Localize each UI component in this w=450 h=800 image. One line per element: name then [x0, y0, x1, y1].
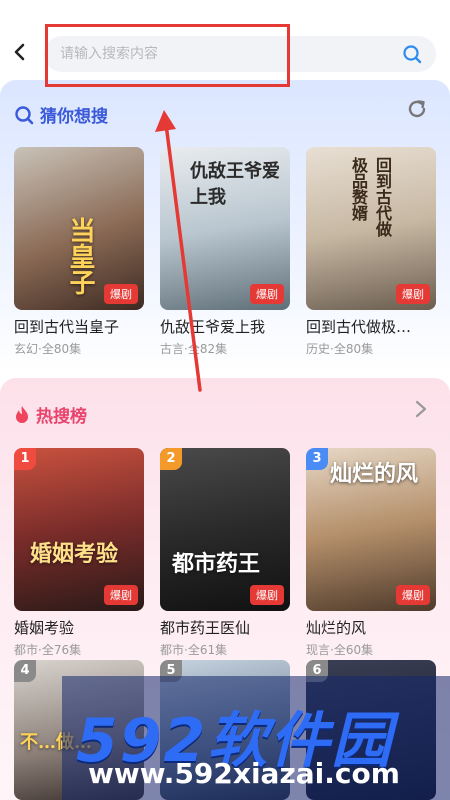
hot-card-3[interactable]: 3 灿烂的风 爆剧 灿烂的风 现言·全60集 — [306, 448, 436, 658]
guess-card-3[interactable]: 回到古代做极品赘婿 爆剧 回到古代做极… 历史·全80集 — [306, 147, 436, 357]
rank-badge: 2 — [160, 448, 182, 470]
card-meta: 都市·全76集 — [14, 643, 82, 657]
poster-title-art: 回到古代做极品赘婿 — [349, 157, 392, 237]
rank-badge: 4 — [14, 660, 36, 682]
guess-poster-3[interactable]: 回到古代做极品赘婿 爆剧 — [306, 147, 436, 310]
hot-card-1[interactable]: 1 婚姻考验 爆剧 婚姻考验 都市·全76集 — [14, 448, 144, 658]
guess-header: 猜你想搜 — [14, 102, 108, 127]
hot-badge: 爆剧 — [104, 585, 138, 605]
card-meta: 都市·全61集 — [160, 643, 228, 657]
hot-poster-3[interactable]: 3 灿烂的风 爆剧 — [306, 448, 436, 611]
hot-header: 热搜榜 — [14, 402, 87, 427]
poster-title-art: 灿烂的风 — [330, 461, 419, 487]
poster-title-art: 婚姻考验 — [30, 541, 119, 567]
card-title[interactable]: 灿烂的风 — [306, 617, 436, 638]
poster-title-art: 当皇子 — [65, 217, 95, 295]
card-meta: 现言·全60集 — [306, 643, 374, 657]
poster-title-art: 都市药王 — [172, 551, 261, 577]
card-title[interactable]: 回到古代当皇子 — [14, 316, 144, 337]
hot-title: 热搜榜 — [36, 407, 87, 427]
search-icon — [15, 105, 34, 124]
hot-poster-2[interactable]: 2 都市药王 爆剧 — [160, 448, 290, 611]
card-meta: 历史·全80集 — [306, 342, 374, 356]
search-icon[interactable] — [402, 44, 422, 64]
card-title[interactable]: 回到古代做极… — [306, 316, 436, 337]
back-arrow-icon — [14, 43, 25, 61]
chevron-right-icon[interactable] — [414, 400, 428, 418]
card-meta: 玄幻·全80集 — [14, 342, 82, 356]
hot-badge: 爆剧 — [250, 284, 284, 304]
guess-card-1[interactable]: 当皇子 爆剧 回到古代当皇子 玄幻·全80集 — [14, 147, 144, 357]
annotation-highlight-box — [45, 24, 290, 87]
rank-badge: 1 — [14, 448, 36, 470]
hot-badge: 爆剧 — [396, 585, 430, 605]
refresh-icon[interactable] — [406, 98, 428, 120]
hot-card-2[interactable]: 2 都市药王 爆剧 都市药王医仙 都市·全61集 — [160, 448, 290, 658]
guess-poster-1[interactable]: 当皇子 爆剧 — [14, 147, 144, 310]
flame-icon — [16, 405, 28, 423]
rank-badge: 3 — [306, 448, 328, 470]
annotation-arrow-icon — [155, 110, 202, 392]
card-title[interactable]: 婚姻考验 — [14, 617, 144, 638]
guess-title: 猜你想搜 — [40, 107, 108, 127]
hot-badge: 爆剧 — [250, 585, 284, 605]
card-title[interactable]: 都市药王医仙 — [160, 617, 290, 638]
hot-poster-1[interactable]: 1 婚姻考验 爆剧 — [14, 448, 144, 611]
hot-badge: 爆剧 — [396, 284, 430, 304]
hot-badge: 爆剧 — [104, 284, 138, 304]
back-button[interactable] — [6, 38, 34, 66]
watermark-url: www.592xiazai.com — [88, 757, 400, 790]
